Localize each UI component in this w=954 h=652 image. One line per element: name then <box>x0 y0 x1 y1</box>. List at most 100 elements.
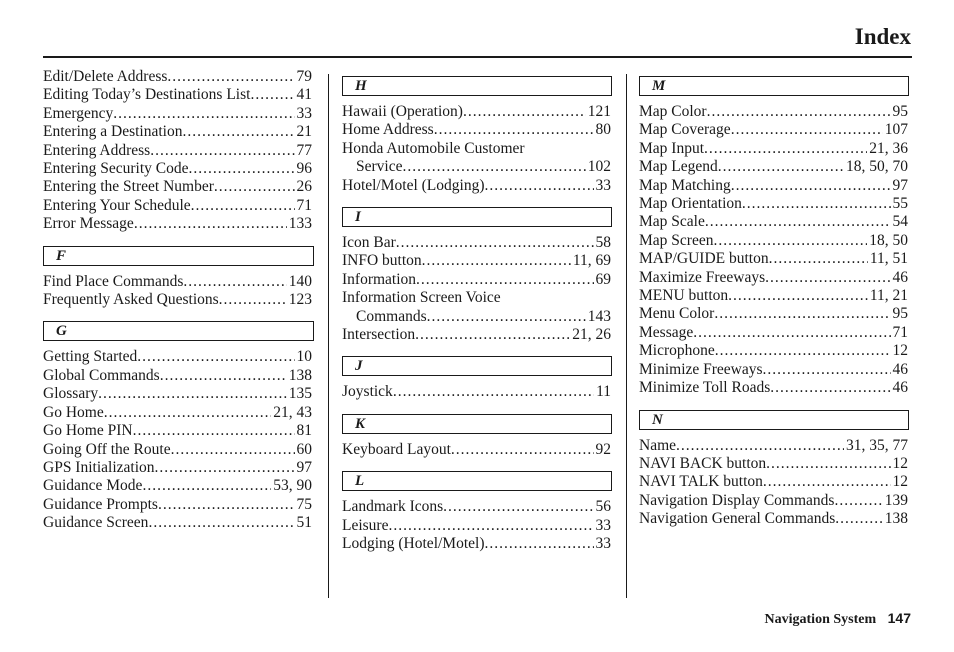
entry-page-ref[interactable]: 95 <box>891 305 909 323</box>
index-entry[interactable]: Navigation Display Commands 139 <box>639 492 908 510</box>
entry-page-ref[interactable]: 11, 21 <box>868 287 908 305</box>
index-entry[interactable]: Menu Color 95 <box>639 305 908 323</box>
entry-page-ref[interactable]: 18, 50, 70 <box>844 158 908 176</box>
entry-page-ref[interactable]: 80 <box>594 121 612 139</box>
entry-page-ref[interactable]: 11 <box>594 383 611 401</box>
index-entry[interactable]: Editing Today’s Destinations List 41 <box>43 86 312 104</box>
index-entry[interactable]: Name 31, 35, 77 <box>639 437 908 455</box>
entry-page-ref[interactable]: 96 <box>295 160 313 178</box>
entry-page-ref[interactable]: 33 <box>594 517 612 535</box>
index-entry-continuation[interactable]: Service 102 <box>342 158 611 176</box>
entry-page-ref[interactable]: 31, 35, 77 <box>844 437 908 455</box>
index-entry[interactable]: Navigation General Commands 138 <box>639 510 908 528</box>
index-entry[interactable]: Entering Security Code 96 <box>43 160 312 178</box>
index-entry[interactable]: NAVI BACK button 12 <box>639 455 908 473</box>
entry-page-ref[interactable]: 60 <box>295 441 313 459</box>
entry-page-ref[interactable]: 54 <box>891 213 909 231</box>
entry-page-ref[interactable]: 71 <box>891 324 909 342</box>
entry-page-ref[interactable]: 33 <box>594 177 612 195</box>
entry-page-ref[interactable]: 53, 90 <box>271 477 312 495</box>
entry-page-ref[interactable]: 21, 36 <box>867 140 908 158</box>
entry-page-ref[interactable]: 12 <box>891 455 909 473</box>
index-entry[interactable]: Find Place Commands 140 <box>43 273 312 291</box>
index-entry[interactable]: NAVI TALK button 12 <box>639 473 908 491</box>
index-entry[interactable]: Leisure 33 <box>342 517 611 535</box>
entry-page-ref[interactable]: 46 <box>891 269 909 287</box>
entry-page-ref[interactable]: 133 <box>287 215 312 233</box>
entry-page-ref[interactable]: 102 <box>586 158 611 176</box>
entry-page-ref[interactable]: 10 <box>295 348 313 366</box>
entry-page-ref[interactable]: 21, 43 <box>271 404 312 422</box>
index-entry[interactable]: MAP/GUIDE button 11, 51 <box>639 250 908 268</box>
entry-page-ref[interactable]: 79 <box>295 68 313 86</box>
index-entry[interactable]: Go Home 21, 43 <box>43 404 312 422</box>
index-entry[interactable]: Landmark Icons 56 <box>342 498 611 516</box>
entry-page-ref[interactable]: 77 <box>295 142 313 160</box>
index-entry[interactable]: INFO button 11, 69 <box>342 252 611 270</box>
entry-page-ref[interactable]: 81 <box>295 422 313 440</box>
index-entry[interactable]: Map Input 21, 36 <box>639 140 908 158</box>
index-entry[interactable]: Go Home PIN 81 <box>43 422 312 440</box>
entry-page-ref[interactable]: 140 <box>287 273 312 291</box>
index-entry[interactable]: Map Matching 97 <box>639 177 908 195</box>
index-entry[interactable]: Information 69 <box>342 271 611 289</box>
index-entry[interactable]: Honda Automobile Customer <box>342 140 611 158</box>
index-entry[interactable]: Entering the Street Number 26 <box>43 178 312 196</box>
index-entry[interactable]: Map Scale 54 <box>639 213 908 231</box>
index-entry[interactable]: Maximize Freeways 46 <box>639 269 908 287</box>
index-entry[interactable]: Map Screen 18, 50 <box>639 232 908 250</box>
entry-page-ref[interactable]: 92 <box>594 441 612 459</box>
entry-page-ref[interactable]: 58 <box>594 234 612 252</box>
entry-page-ref[interactable]: 95 <box>891 103 909 121</box>
entry-page-ref[interactable]: 21 <box>295 123 313 141</box>
index-entry[interactable]: Edit/Delete Address 79 <box>43 68 312 86</box>
index-entry[interactable]: Entering a Destination 21 <box>43 123 312 141</box>
index-entry[interactable]: Map Orientation 55 <box>639 195 908 213</box>
entry-page-ref[interactable]: 46 <box>891 379 909 397</box>
index-entry[interactable]: Keyboard Layout 92 <box>342 441 611 459</box>
entry-page-ref[interactable]: 11, 51 <box>868 250 908 268</box>
index-entry[interactable]: Message 71 <box>639 324 908 342</box>
index-entry[interactable]: Information Screen Voice <box>342 289 611 307</box>
index-entry[interactable]: Home Address 80 <box>342 121 611 139</box>
entry-page-ref[interactable]: 107 <box>883 121 908 139</box>
entry-page-ref[interactable]: 97 <box>295 459 313 477</box>
index-entry[interactable]: Map Legend 18, 50, 70 <box>639 158 908 176</box>
index-entry[interactable]: Emergency 33 <box>43 105 312 123</box>
index-entry[interactable]: Guidance Screen 51 <box>43 514 312 532</box>
entry-page-ref[interactable]: 26 <box>295 178 313 196</box>
index-entry[interactable]: Guidance Prompts 75 <box>43 496 312 514</box>
index-entry[interactable]: Map Coverage 107 <box>639 121 908 139</box>
entry-page-ref[interactable]: 139 <box>883 492 908 510</box>
index-entry[interactable]: GPS Initialization 97 <box>43 459 312 477</box>
entry-page-ref[interactable]: 143 <box>586 308 611 326</box>
index-entry[interactable]: Getting Started 10 <box>43 348 312 366</box>
entry-page-ref[interactable]: 11, 69 <box>571 252 611 270</box>
entry-page-ref[interactable]: 121 <box>586 103 611 121</box>
index-entry[interactable]: Minimize Freeways 46 <box>639 361 908 379</box>
entry-page-ref[interactable]: 46 <box>891 361 909 379</box>
entry-page-ref[interactable]: 135 <box>287 385 312 403</box>
index-entry[interactable]: Going Off the Route 60 <box>43 441 312 459</box>
index-entry[interactable]: Icon Bar 58 <box>342 234 611 252</box>
index-entry[interactable]: Joystick 11 <box>342 383 611 401</box>
entry-page-ref[interactable]: 21, 26 <box>570 326 611 344</box>
index-entry[interactable]: Hawaii (Operation) 121 <box>342 103 611 121</box>
index-entry[interactable]: Hotel/Motel (Lodging) 33 <box>342 177 611 195</box>
index-entry[interactable]: Intersection 21, 26 <box>342 326 611 344</box>
index-entry[interactable]: Guidance Mode 53, 90 <box>43 477 312 495</box>
index-entry[interactable]: Lodging (Hotel/Motel) 33 <box>342 535 611 553</box>
entry-page-ref[interactable]: 97 <box>891 177 909 195</box>
index-entry[interactable]: Microphone 12 <box>639 342 908 360</box>
index-entry[interactable]: MENU button 11, 21 <box>639 287 908 305</box>
index-entry[interactable]: Minimize Toll Roads 46 <box>639 379 908 397</box>
entry-page-ref[interactable]: 138 <box>287 367 312 385</box>
index-entry-continuation[interactable]: Commands 143 <box>342 308 611 326</box>
entry-page-ref[interactable]: 56 <box>594 498 612 516</box>
entry-page-ref[interactable]: 138 <box>883 510 908 528</box>
index-entry[interactable]: Frequently Asked Questions 123 <box>43 291 312 309</box>
entry-page-ref[interactable]: 51 <box>295 514 313 532</box>
index-entry[interactable]: Error Message 133 <box>43 215 312 233</box>
entry-page-ref[interactable]: 71 <box>295 197 313 215</box>
entry-page-ref[interactable]: 41 <box>295 86 313 104</box>
